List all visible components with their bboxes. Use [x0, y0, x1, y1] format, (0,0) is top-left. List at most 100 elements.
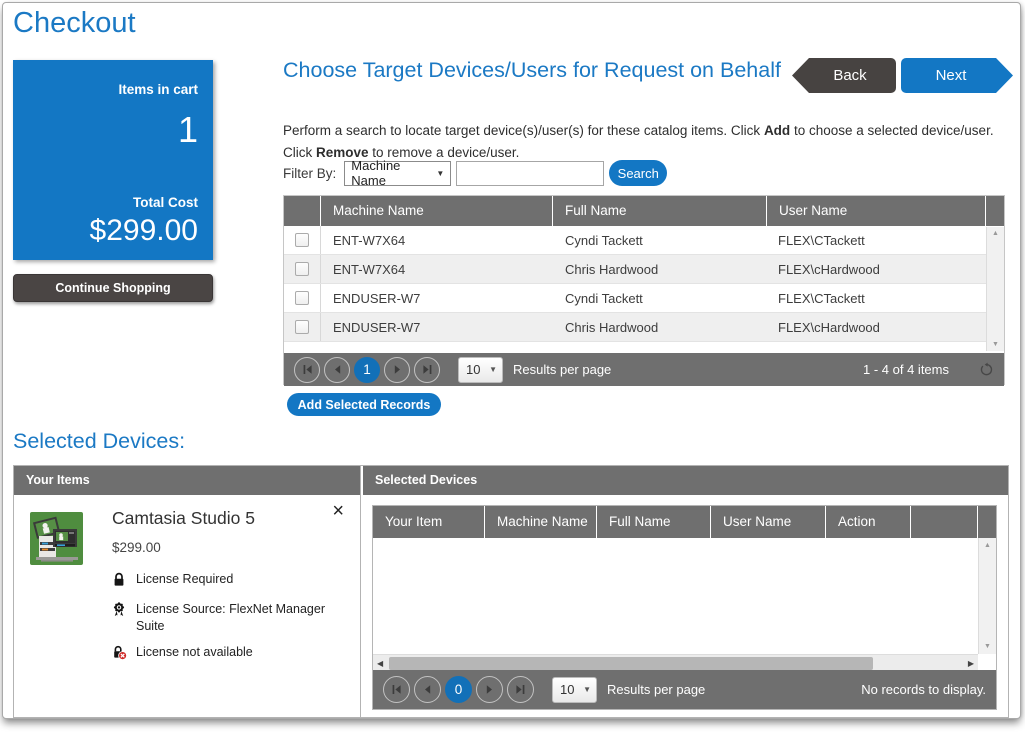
- last-page-button[interactable]: [507, 676, 534, 703]
- total-cost-label: Total Cost: [133, 195, 198, 210]
- machine-name-cell: ENT-W7X64: [321, 262, 553, 277]
- row-checkbox[interactable]: [295, 233, 309, 247]
- first-page-icon: [302, 364, 313, 375]
- column-header-user-name[interactable]: User Name: [767, 196, 985, 226]
- lock-unavailable-icon: [112, 644, 127, 665]
- page-size-select[interactable]: 10 ▼: [458, 357, 503, 383]
- selected-grid-pager: 0 10 ▼ Results per page No records to di…: [373, 670, 996, 709]
- filter-row: Filter By: Machine Name ▼ Search: [283, 160, 667, 186]
- row-checkbox[interactable]: [295, 262, 309, 276]
- scroll-down-icon[interactable]: ▼: [992, 341, 999, 348]
- full-name-cell: Cyndi Tackett: [553, 233, 766, 248]
- device-grid-pager: 1 10 ▼ Results per page 1 - 4 of 4 items: [284, 353, 1004, 386]
- back-button[interactable]: Back: [792, 58, 896, 93]
- column-header-your-item[interactable]: Your Item: [373, 506, 484, 538]
- next-page-icon: [484, 684, 495, 695]
- full-name-cell: Chris Hardwood: [553, 262, 766, 277]
- current-page-button[interactable]: 1: [354, 357, 380, 383]
- table-row[interactable]: ENDUSER-W7 Chris Hardwood FLEX\cHardwood: [284, 313, 1004, 342]
- column-header-full-name[interactable]: Full Name: [597, 506, 710, 538]
- scroll-left-icon[interactable]: ◀: [377, 655, 383, 672]
- page-size-select[interactable]: 10 ▼: [552, 677, 597, 703]
- scroll-up-icon[interactable]: ▲: [984, 542, 991, 549]
- user-name-cell: FLEX\CTackett: [766, 233, 988, 248]
- prev-page-icon: [422, 684, 433, 695]
- row-checkbox[interactable]: [295, 291, 309, 305]
- prev-page-button[interactable]: [414, 676, 441, 703]
- last-page-icon: [422, 364, 433, 375]
- filter-field-selected-value: Machine Name: [351, 158, 436, 188]
- selected-devices-header: Selected Devices: [363, 466, 1008, 495]
- instructions-add-keyword: Add: [764, 123, 790, 138]
- horizontal-scrollbar-thumb[interactable]: [389, 657, 873, 670]
- next-button[interactable]: Next: [901, 58, 1013, 93]
- column-header-machine-name[interactable]: Machine Name: [321, 196, 552, 226]
- item-price: $299.00: [112, 540, 161, 555]
- prev-page-icon: [332, 364, 343, 375]
- first-page-button[interactable]: [383, 676, 410, 703]
- next-page-button[interactable]: [476, 676, 503, 703]
- table-row[interactable]: ENT-W7X64 Chris Hardwood FLEX\cHardwood: [284, 255, 1004, 284]
- last-page-icon: [515, 684, 526, 695]
- license-unavailable-badge: License not available: [112, 644, 337, 665]
- full-name-cell: Chris Hardwood: [553, 320, 766, 335]
- filter-field-select[interactable]: Machine Name ▼: [344, 161, 451, 186]
- selected-devices-panel: Selected Devices Your Item Machine Name …: [361, 466, 1008, 717]
- column-header-action[interactable]: Action: [826, 506, 910, 538]
- instructions-text: Perform a search to locate target device…: [283, 120, 1015, 163]
- page-size-value: 10: [466, 362, 480, 377]
- column-header-user-name[interactable]: User Name: [711, 506, 825, 538]
- selected-devices-grid: Your Item Machine Name Full Name User Na…: [372, 505, 997, 710]
- scroll-right-icon[interactable]: ▶: [968, 655, 974, 672]
- cart-summary: Items in cart 1 Total Cost $299.00: [13, 60, 213, 260]
- user-name-cell: FLEX\CTackett: [766, 291, 988, 306]
- horizontal-scrollbar[interactable]: ◀ ▶: [373, 654, 978, 671]
- license-required-text: License Required: [136, 571, 233, 592]
- scroll-up-icon[interactable]: ▲: [992, 230, 999, 237]
- next-page-button[interactable]: [384, 357, 410, 383]
- license-required-badge: License Required: [112, 571, 337, 592]
- column-header-full-name[interactable]: Full Name: [553, 196, 766, 226]
- ribbon-icon: [112, 601, 127, 635]
- machine-name-cell: ENDUSER-W7: [321, 320, 553, 335]
- first-page-button[interactable]: [294, 357, 320, 383]
- machine-name-cell: ENDUSER-W7: [321, 291, 553, 306]
- row-checkbox[interactable]: [295, 320, 309, 334]
- scrollbar-header-spacer: [978, 506, 996, 538]
- continue-shopping-button[interactable]: Continue Shopping: [13, 274, 213, 302]
- empty-column-header: [911, 506, 977, 538]
- user-name-cell: FLEX\cHardwood: [766, 320, 988, 335]
- no-records-label: No records to display.: [861, 682, 986, 697]
- filter-search-input[interactable]: [456, 161, 604, 186]
- first-page-icon: [391, 684, 402, 695]
- next-page-icon: [392, 364, 403, 375]
- license-badges: License Required License Source: FlexNet…: [112, 571, 337, 674]
- column-header-machine-name[interactable]: Machine Name: [485, 506, 596, 538]
- current-page-button[interactable]: 0: [445, 676, 472, 703]
- scroll-down-icon[interactable]: ▼: [984, 643, 991, 650]
- table-row[interactable]: ENT-W7X64 Cyndi Tackett FLEX\CTackett: [284, 226, 1004, 255]
- cart-item-card: Camtasia Studio 5 $299.00 × License Requ…: [14, 495, 360, 717]
- vertical-scrollbar[interactable]: ▲ ▼: [978, 538, 996, 654]
- row-checkbox-cell: [284, 255, 321, 283]
- selected-devices-grid-wrap: Your Item Machine Name Full Name User Na…: [361, 495, 1008, 719]
- prev-page-button[interactable]: [324, 357, 350, 383]
- chevron-down-icon: ▼: [583, 685, 591, 694]
- full-name-cell: Cyndi Tackett: [553, 291, 766, 306]
- table-row[interactable]: ENDUSER-W7 Cyndi Tackett FLEX\CTackett: [284, 284, 1004, 313]
- checkout-page: Checkout Items in cart 1 Total Cost $299…: [2, 2, 1021, 719]
- close-icon[interactable]: ×: [332, 501, 344, 521]
- page-title: Checkout: [13, 7, 136, 40]
- add-selected-records-button[interactable]: Add Selected Records: [287, 393, 441, 416]
- your-items-panel: Your Items: [14, 466, 361, 717]
- item-name: Camtasia Studio 5: [112, 508, 255, 529]
- vertical-scrollbar[interactable]: ▲ ▼: [986, 227, 1004, 351]
- license-unavailable-text: License not available: [136, 644, 253, 665]
- device-grid-header: Machine Name Full Name User Name: [284, 196, 1004, 226]
- items-in-cart-count: 1: [178, 109, 198, 151]
- user-name-cell: FLEX\cHardwood: [766, 262, 988, 277]
- last-page-button[interactable]: [414, 357, 440, 383]
- selected-devices-section: Your Items: [13, 465, 1009, 718]
- refresh-icon[interactable]: [979, 362, 994, 377]
- search-button[interactable]: Search: [609, 160, 667, 186]
